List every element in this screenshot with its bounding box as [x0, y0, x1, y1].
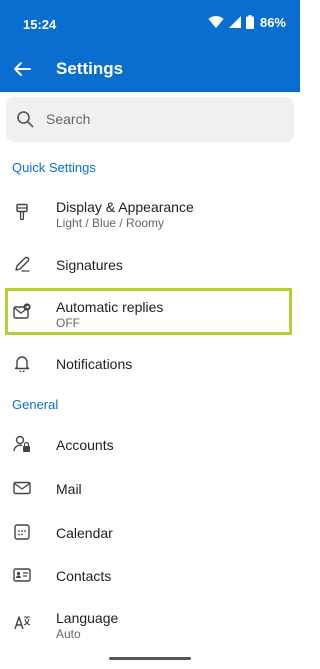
page-title: Settings: [56, 59, 124, 78]
settings-item-label: Contacts: [56, 568, 112, 584]
settings-item-notifications[interactable]: Notifications: [0, 341, 300, 385]
settings-item-language[interactable]: Language Auto: [0, 601, 300, 645]
mail-icon: [13, 481, 31, 495]
contact-card-icon: [13, 568, 31, 582]
battery-percent: 86%: [259, 14, 286, 30]
search-icon: [17, 111, 34, 128]
settings-item-label: Mail: [56, 481, 82, 497]
status-time: 15:24: [23, 17, 57, 32]
settings-item-mail[interactable]: Mail: [0, 466, 300, 510]
mail-auto-reply-icon: [13, 303, 31, 319]
back-arrow-icon[interactable]: [12, 59, 32, 79]
settings-item-subtitle: OFF: [56, 316, 80, 330]
settings-item-subtitle: Auto: [56, 627, 81, 641]
settings-item-accounts[interactable]: Accounts: [0, 422, 300, 466]
calendar-icon: [14, 524, 30, 540]
search-input[interactable]: Search: [6, 97, 294, 142]
bell-icon: [14, 356, 30, 372]
settings-item-label: Calendar: [56, 525, 113, 541]
settings-item-label: Signatures: [56, 257, 123, 273]
status-icons: 86%: [208, 14, 286, 30]
app-bar: Settings: [0, 46, 300, 92]
section-general: General: [12, 397, 59, 412]
battery-icon: [245, 15, 254, 29]
section-quick-settings: Quick Settings: [12, 160, 96, 175]
language-icon: [14, 616, 31, 630]
settings-item-subtitle: Light / Blue / Roomy: [56, 216, 165, 230]
settings-item-signatures[interactable]: Signatures: [0, 242, 300, 286]
settings-item-label: Display & Appearance: [56, 199, 194, 215]
wifi-icon: [208, 16, 224, 28]
settings-item-label: Notifications: [56, 356, 133, 372]
search-placeholder: Search: [46, 111, 91, 127]
signal-icon: [228, 16, 241, 28]
settings-item-contacts[interactable]: Contacts: [0, 553, 300, 597]
status-bar: 15:24 86%: [0, 0, 300, 46]
home-indicator[interactable]: [109, 657, 191, 660]
person-lock-icon: [13, 435, 30, 452]
settings-item-label: Automatic replies: [56, 299, 164, 315]
settings-item-display[interactable]: Display & Appearance Light / Blue / Room…: [0, 190, 300, 234]
settings-item-calendar[interactable]: Calendar: [0, 510, 300, 554]
settings-item-label: Accounts: [56, 437, 114, 453]
settings-item-label: Language: [56, 610, 119, 626]
paint-brush-icon: [16, 203, 28, 221]
settings-item-automatic-replies[interactable]: Automatic replies OFF: [0, 290, 300, 334]
pen-icon: [15, 256, 30, 272]
